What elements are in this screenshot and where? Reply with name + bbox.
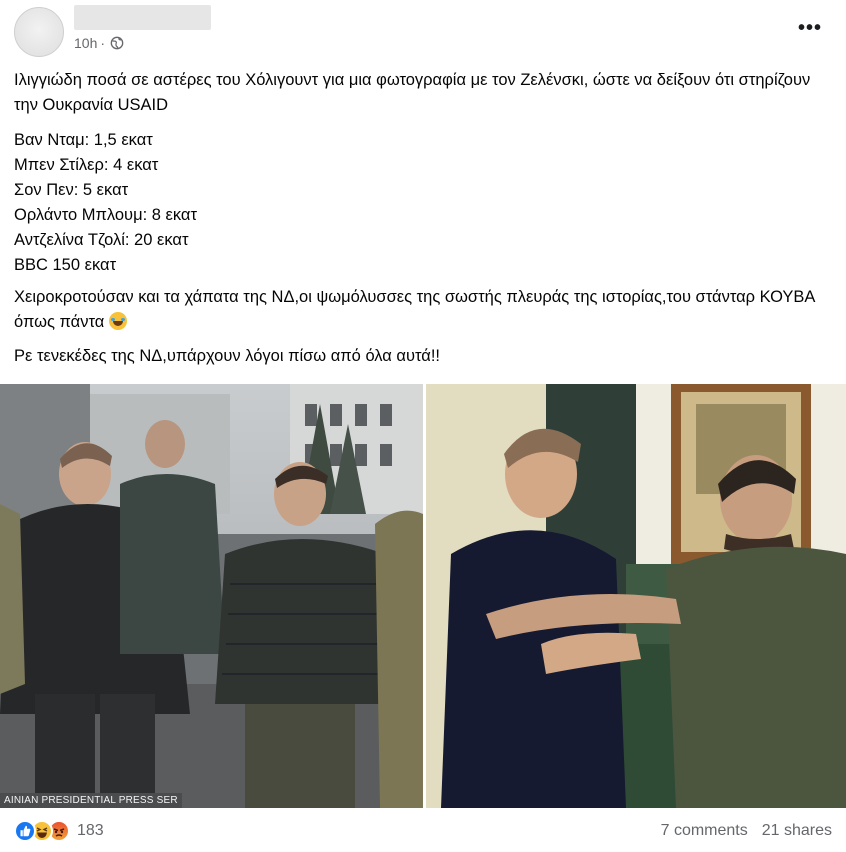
more-options-button[interactable]: ••• (792, 14, 828, 42)
post-paragraph-1: Ιλιγγιώδη ποσά σε αστέρες του Χόλιγουντ … (14, 71, 811, 114)
post-meta: 10h · (74, 35, 124, 51)
reaction-summary[interactable]: 183 (14, 820, 104, 842)
photo-left-image (0, 384, 423, 808)
laughing-emoji-icon (108, 312, 127, 330)
author-avatar[interactable] (14, 7, 64, 57)
amount-line: Ορλάντο Μπλουμ: 8 εκατ (14, 206, 197, 224)
post-paragraph-2-text: Χειροκροτούσαν και τα χάπατα της ΝΔ,οι ψ… (14, 288, 815, 331)
post-photos: AINIAN PRESIDENTIAL PRESS SER (0, 384, 846, 808)
amounts-list: Βαν Νταμ: 1,5 εκατ Μπεν Στίλερ: 4 εκατ Σ… (14, 128, 836, 278)
post-paragraph-3: Ρε τενεκέδες της ΝΔ,υπάρχουν λόγοι πίσω … (14, 347, 440, 365)
post-body: Ιλιγγιώδη ποσά σε αστέρες του Χόλιγουντ … (14, 68, 836, 369)
post-stats: 7 comments 21 shares (661, 822, 832, 840)
amount-line: Σον Πεν: 5 εκατ (14, 181, 129, 199)
photo-left[interactable]: AINIAN PRESIDENTIAL PRESS SER (0, 384, 423, 808)
photo-right-image (426, 384, 846, 808)
post-footer: 183 7 comments 21 shares (0, 812, 846, 852)
post-timestamp[interactable]: 10h (74, 35, 97, 51)
amount-line: Μπεν Στίλερ: 4 εκατ (14, 156, 159, 174)
more-options-icon: ••• (797, 17, 822, 39)
like-icon (14, 820, 36, 842)
shares-count-link[interactable]: 21 shares (762, 822, 832, 840)
post-header: 10h · ••• (0, 0, 846, 62)
comments-count-link[interactable]: 7 comments (661, 822, 748, 840)
author-name-redacted[interactable] (74, 5, 211, 30)
photo-right[interactable] (426, 384, 846, 808)
post-paragraph-2: Χειροκροτούσαν και τα χάπατα της ΝΔ,οι ψ… (14, 285, 836, 335)
globe-icon (110, 36, 124, 50)
photo-credit-caption: AINIAN PRESIDENTIAL PRESS SER (0, 793, 182, 808)
amount-line: Αντζελίνα Τζολί: 20 εκατ (14, 231, 189, 249)
meta-separator: · (100, 35, 106, 51)
amount-line: Βαν Νταμ: 1,5 εκατ (14, 131, 153, 149)
amount-line: BBC 150 εκατ (14, 256, 117, 274)
reaction-count[interactable]: 183 (77, 822, 104, 840)
